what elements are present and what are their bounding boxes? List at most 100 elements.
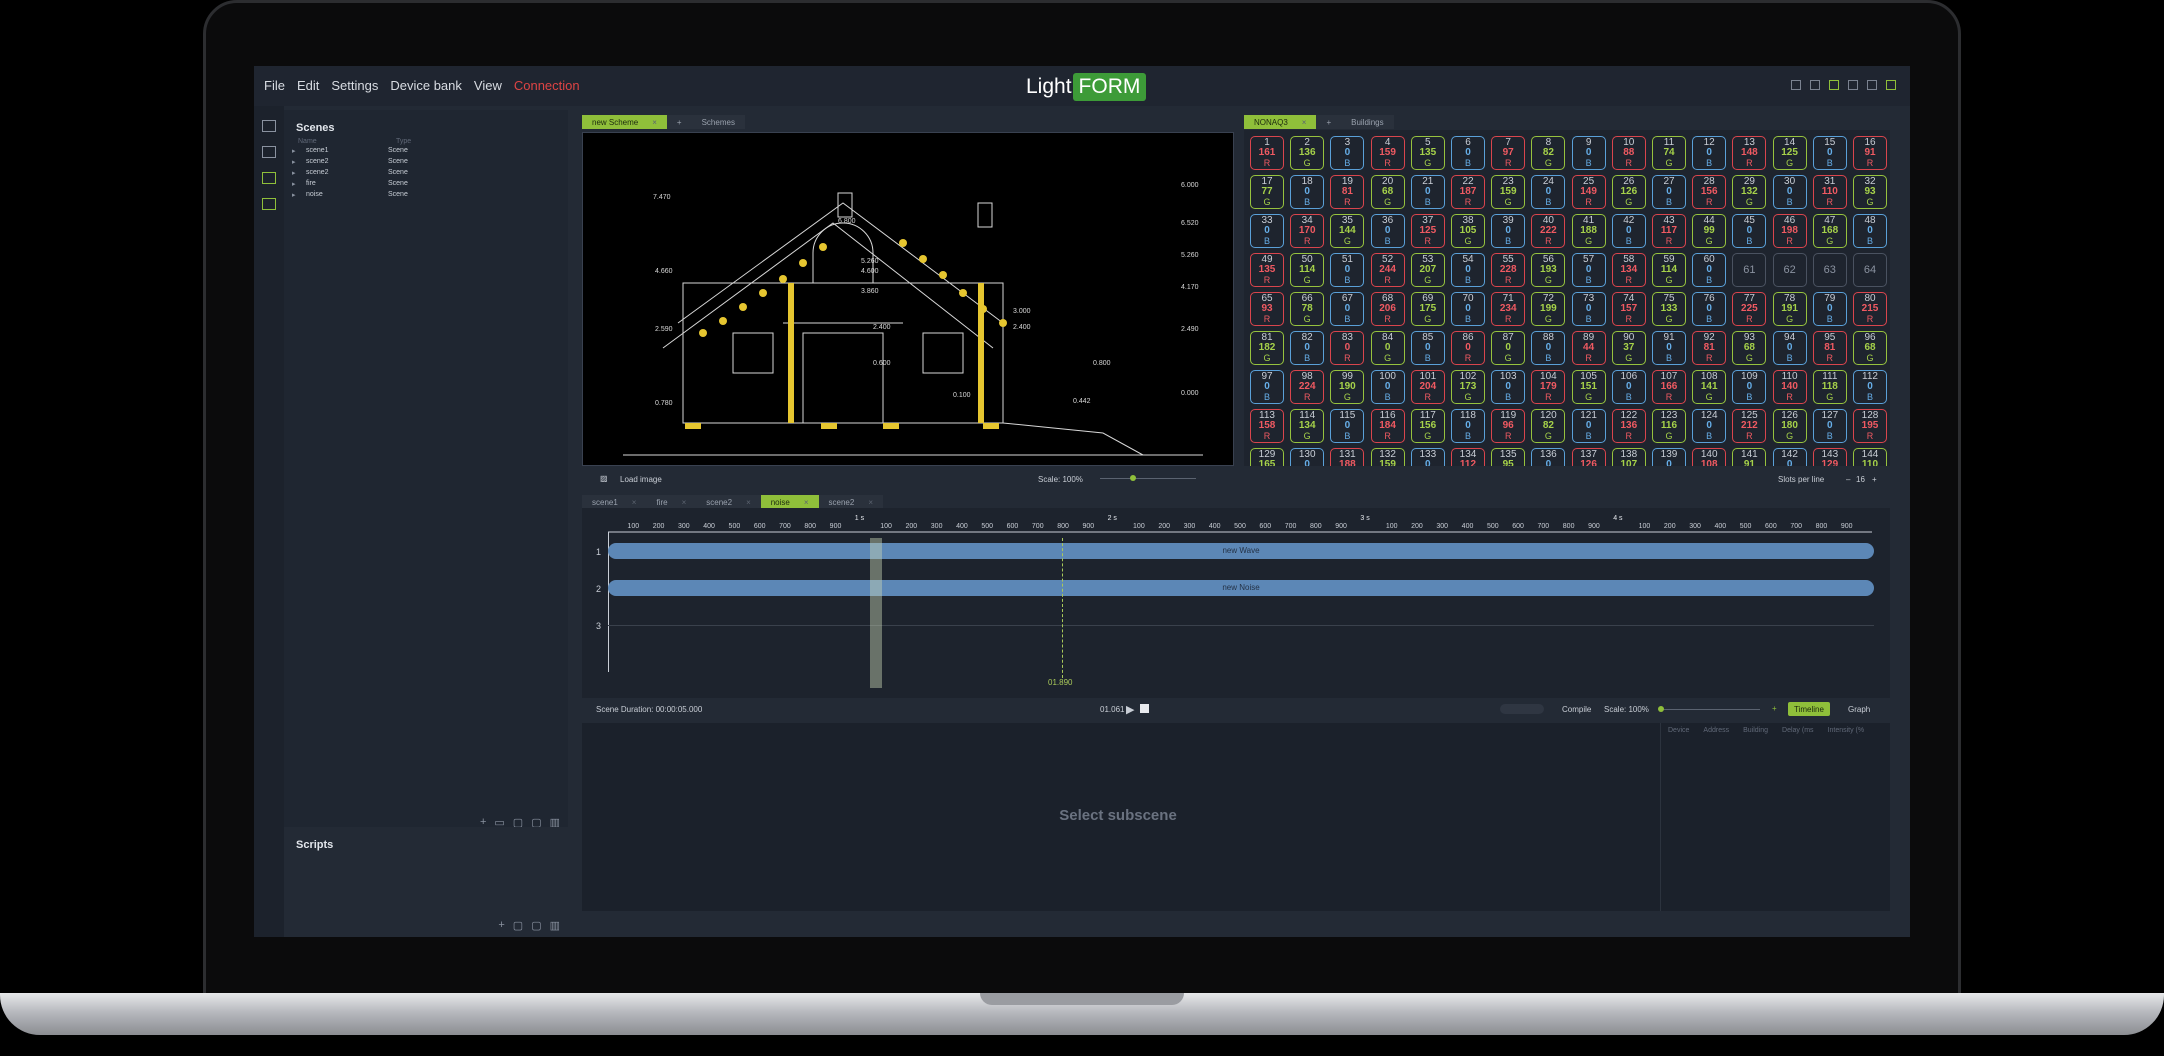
device-cell[interactable]: 73 0 B <box>1571 292 1606 326</box>
device-cell[interactable]: 137126R <box>1571 448 1606 466</box>
device-cell[interactable]: 32 93 G <box>1853 175 1887 209</box>
device-cell[interactable]: 79 0 B <box>1812 292 1847 326</box>
device-cell[interactable]: 50 114 G <box>1290 253 1325 287</box>
menu-file[interactable]: File <box>264 78 285 93</box>
device-cell[interactable]: 89 44 R <box>1571 331 1606 365</box>
device-cell[interactable]: 7 97 R <box>1491 136 1526 170</box>
device-cell[interactable]: 115 0 B <box>1330 409 1365 443</box>
device-cell[interactable]: 134112R <box>1451 448 1485 466</box>
device-cell[interactable]: 69 175 G <box>1410 292 1445 326</box>
device-cell[interactable]: 114 134 G <box>1290 409 1325 443</box>
scene-row[interactable]: ▸ scene2 Scene <box>284 156 568 167</box>
scene-row[interactable]: ▸ fire Scene <box>284 178 568 189</box>
device-cell[interactable]: 46 198 R <box>1772 214 1807 248</box>
device-cell[interactable]: 101 204 R <box>1410 370 1445 404</box>
device-cell[interactable]: 122 136 R <box>1611 409 1646 443</box>
timeline-tab-scene2[interactable]: scene2 × <box>818 495 883 509</box>
device-cell[interactable]: 67 0 B <box>1330 292 1365 326</box>
minimize-icon[interactable] <box>1848 80 1858 90</box>
device-cell[interactable]: 105 151 G <box>1571 370 1606 404</box>
track-new-noise[interactable]: new Noise <box>608 580 1874 596</box>
close-icon[interactable]: × <box>804 498 809 507</box>
device-cell[interactable]: 15 0 B <box>1812 136 1847 170</box>
device-cell[interactable]: 13595G <box>1491 448 1526 466</box>
zoom-in-icon[interactable]: + <box>1772 704 1777 713</box>
device-cell[interactable]: 52 244 R <box>1370 253 1405 287</box>
device-cell[interactable]: 95 81 R <box>1812 331 1847 365</box>
device-cell[interactable]: 42 0 B <box>1611 214 1646 248</box>
device-cell[interactable]: 138107G <box>1611 448 1646 466</box>
device-cell[interactable]: 106 0 B <box>1611 370 1646 404</box>
device-cell[interactable]: 41 188 G <box>1571 214 1606 248</box>
device-cell[interactable]: 86 0 R <box>1451 331 1485 365</box>
device-cell[interactable]: 96 68 G <box>1853 331 1887 365</box>
menu-device-bank[interactable]: Device bank <box>390 78 462 93</box>
device-cell[interactable]: 27 0 B <box>1652 175 1686 209</box>
menu-edit[interactable]: Edit <box>297 78 319 93</box>
expand-icon[interactable]: ▸ <box>292 158 306 167</box>
device-cell[interactable]: 117 156 G <box>1410 409 1445 443</box>
menu-view[interactable]: View <box>474 78 502 93</box>
device-cell[interactable]: 17 77 G <box>1250 175 1284 209</box>
restore-icon[interactable] <box>1886 80 1896 90</box>
scheme-zoom-handle[interactable] <box>1130 475 1136 481</box>
scenes-icon[interactable] <box>262 172 276 184</box>
maximize-icon[interactable] <box>1867 80 1877 90</box>
device-cell[interactable]: 36 0 B <box>1370 214 1405 248</box>
device-cell[interactable]: 132159G <box>1370 448 1405 466</box>
device-cell[interactable]: 107 166 R <box>1652 370 1686 404</box>
device-cell[interactable]: 12 0 B <box>1692 136 1727 170</box>
device-cell[interactable]: 109 0 B <box>1732 370 1767 404</box>
device-cell[interactable]: 93 68 G <box>1732 331 1767 365</box>
device-cell[interactable]: 60 0 B <box>1692 253 1727 287</box>
device-cell[interactable]: 19 81 R <box>1330 175 1365 209</box>
device-cell[interactable]: 18 0 B <box>1290 175 1325 209</box>
close-icon[interactable]: × <box>868 498 873 507</box>
playhead-line[interactable] <box>1062 538 1063 678</box>
device-cell[interactable]: 59 114 G <box>1652 253 1686 287</box>
device-cell[interactable]: 72 199 G <box>1531 292 1566 326</box>
device-cell[interactable]: 65 93 R <box>1250 292 1284 326</box>
device-cell[interactable]: 99 190 G <box>1330 370 1365 404</box>
device-cell[interactable]: 11 74 G <box>1652 136 1686 170</box>
menu-connection[interactable]: Connection <box>514 78 580 93</box>
device-cell[interactable]: 55 228 R <box>1491 253 1526 287</box>
device-cell[interactable]: 8 82 G <box>1531 136 1566 170</box>
device-cell[interactable]: 58 134 R <box>1611 253 1646 287</box>
device-cell[interactable]: 34 170 R <box>1290 214 1325 248</box>
scene-row[interactable]: ▸ scene2 Scene <box>284 167 568 178</box>
device-cell[interactable]: 111 118 G <box>1812 370 1847 404</box>
device-cell[interactable]: 94 0 B <box>1772 331 1807 365</box>
device-cell[interactable]: 39 0 B <box>1491 214 1526 248</box>
device-cell[interactable]: 128 195 R <box>1853 409 1887 443</box>
device-cell[interactable]: 108 141 G <box>1692 370 1727 404</box>
close-icon[interactable]: × <box>652 118 657 127</box>
device-cell[interactable]: 43 117 R <box>1652 214 1686 248</box>
device-cell[interactable]: 92 81 R <box>1692 331 1727 365</box>
play-icon[interactable]: ▶ <box>1126 703 1134 716</box>
close-icon[interactable]: × <box>682 498 687 507</box>
device-cell[interactable]: 22 187 R <box>1451 175 1485 209</box>
device-cell[interactable]: 126 180 G <box>1772 409 1807 443</box>
device-cell[interactable]: 143129R <box>1812 448 1847 466</box>
device-cell[interactable]: 76 0 B <box>1692 292 1727 326</box>
device-cell[interactable]: 57 0 B <box>1571 253 1606 287</box>
device-cell[interactable]: 116 184 R <box>1370 409 1405 443</box>
expand-icon[interactable]: ▸ <box>292 147 306 156</box>
device-cell[interactable]: 26 126 G <box>1611 175 1646 209</box>
load-image-button[interactable]: Load image <box>620 475 662 484</box>
device-cell[interactable]: 103 0 B <box>1491 370 1526 404</box>
device-cell[interactable]: 13 148 R <box>1732 136 1767 170</box>
device-cell[interactable]: 70 0 B <box>1451 292 1485 326</box>
timeline-tab-scene2[interactable]: scene2 × <box>696 495 761 509</box>
slots-per-line-value[interactable]: 16 <box>1856 475 1865 484</box>
menu-settings[interactable]: Settings <box>331 78 378 93</box>
expand-icon[interactable]: ▸ <box>292 180 306 189</box>
copy-script-icon[interactable]: ▢ <box>513 919 523 932</box>
view-graph-button[interactable]: Graph <box>1848 705 1870 714</box>
device-cell[interactable]: 83 0 R <box>1330 331 1365 365</box>
device-cell[interactable]: 62 <box>1772 253 1807 287</box>
device-cell[interactable]: 87 0 G <box>1491 331 1526 365</box>
expand-icon[interactable]: ▸ <box>292 191 306 200</box>
list-icon[interactable] <box>262 146 276 158</box>
